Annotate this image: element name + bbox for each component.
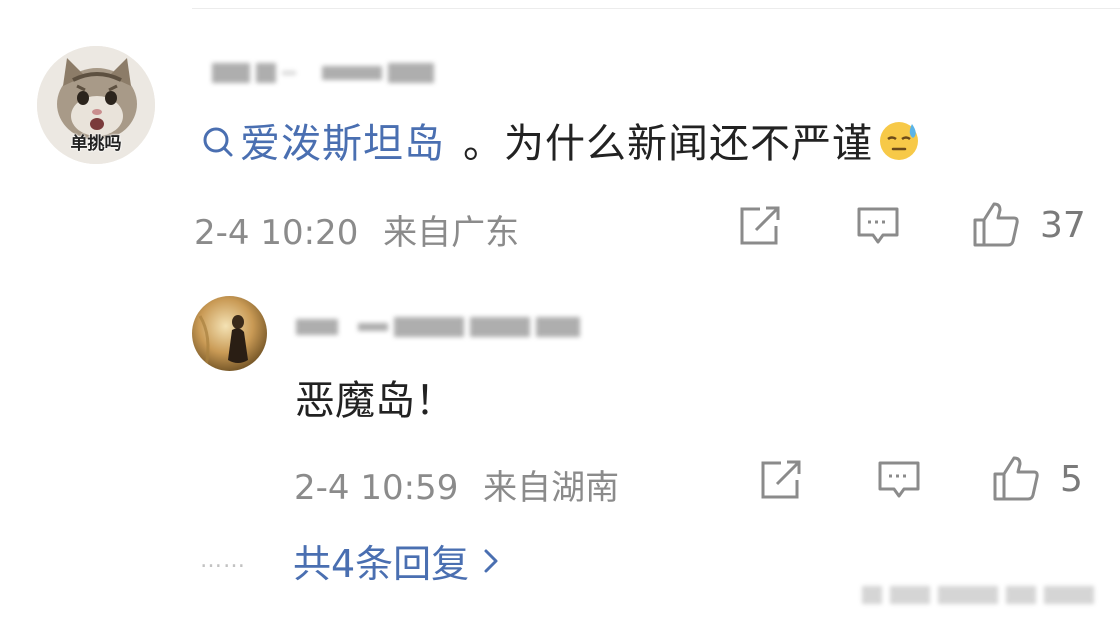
redacted-block: [296, 319, 338, 335]
more-replies-link[interactable]: 共4条回复: [293, 533, 499, 588]
comment-location: 来自广东: [383, 213, 520, 253]
reply-meta: 2-4 10:59 来自湖南: [294, 460, 619, 509]
comment-meta: 2-4 10:20 来自广东: [194, 205, 519, 254]
reply-text: 恶魔岛！: [295, 378, 455, 424]
topic-label: 爱泼斯坦岛: [240, 121, 445, 167]
chevron-right-icon: [484, 549, 498, 572]
like-count: 5: [1060, 459, 1083, 500]
reply-location: 来自湖南: [483, 468, 620, 508]
share-icon[interactable]: [738, 206, 782, 246]
redacted-block: [358, 323, 388, 331]
comment-body: 。为什么新闻还不严谨: [463, 121, 873, 167]
redacted-block: [470, 317, 530, 337]
search-icon: [203, 127, 233, 157]
top-divider: [192, 8, 1120, 9]
more-replies-label: 共4条回复: [293, 542, 470, 586]
avatar-caption: 单挑吗: [70, 134, 122, 154]
like-count: 37: [1040, 205, 1086, 246]
watermark: [862, 586, 1112, 606]
redacted-block: [388, 63, 434, 83]
redacted-block: [322, 66, 382, 80]
comment-text: 爱泼斯坦岛 。为什么新闻还不严谨: [198, 110, 921, 170]
share-icon[interactable]: [759, 460, 803, 500]
topic-link[interactable]: 爱泼斯坦岛: [198, 111, 445, 169]
comment-icon[interactable]: [856, 206, 900, 246]
avatar[interactable]: 单挑吗: [37, 46, 155, 164]
sweat-face-emoji-icon: [880, 122, 918, 160]
redacted-block: [394, 317, 464, 337]
username-redacted[interactable]: [296, 316, 580, 338]
more-dots: ……: [200, 548, 246, 573]
reply-avatar-image: [192, 296, 267, 371]
redacted-block: [212, 63, 250, 83]
redacted-block: [536, 317, 580, 337]
username-redacted[interactable]: [212, 62, 434, 84]
thumbs-up-icon[interactable]: [972, 200, 1020, 248]
redacted-block: [282, 71, 296, 75]
avatar[interactable]: [192, 296, 267, 371]
comment-thread: 单挑吗 爱泼斯坦岛 。为什么新闻还不严谨 2-4 10:20 来自广东 37 恶…: [0, 0, 1120, 617]
reply-time: 2-4 10:59: [294, 468, 459, 508]
redacted-block: [256, 63, 276, 83]
comment-time: 2-4 10:20: [194, 213, 359, 253]
thumbs-up-icon[interactable]: [992, 454, 1040, 502]
comment-icon[interactable]: [877, 460, 921, 500]
